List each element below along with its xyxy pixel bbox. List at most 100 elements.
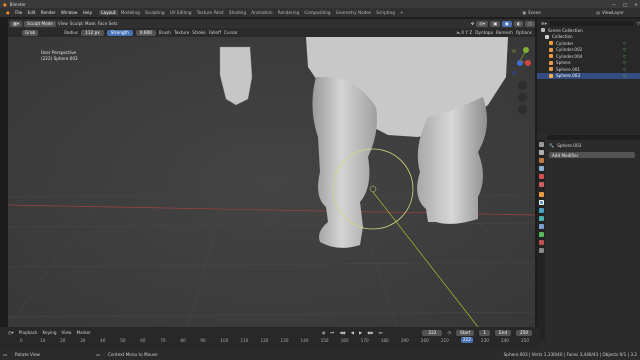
workspace-tab-uv-editing[interactable]: UV Editing — [167, 10, 194, 15]
shading-solid-button[interactable]: ● — [502, 20, 512, 27]
minimize-button[interactable]: — — [610, 2, 618, 7]
properties-search-input[interactable] — [547, 135, 640, 140]
timeline-editor-icon[interactable]: ◷▾ — [8, 330, 14, 335]
menu-help[interactable]: Help — [80, 10, 95, 15]
timeline-tick-label: 210 — [440, 338, 449, 343]
workspace-tab-sculpting[interactable]: Sculpting — [142, 10, 167, 15]
shading-rendered-button[interactable]: ○ — [525, 20, 535, 27]
outliner-item-sphere-003[interactable]: Sphere.003 ▽ — [537, 72, 640, 79]
menu-edit[interactable]: Edit — [25, 10, 38, 15]
mesh-object-icon — [549, 60, 553, 65]
playhead[interactable]: 222 — [460, 337, 473, 343]
viewport-canvas[interactable] — [8, 37, 535, 327]
workspace-tab-texture-paint[interactable]: Texture Paint — [194, 10, 226, 15]
start-frame-field[interactable]: 1 — [479, 329, 491, 336]
options-dropdown[interactable]: Options — [516, 30, 535, 35]
status-bar: ▭ Rotate View ▭ Context Menu to Mouse Sp… — [0, 349, 640, 360]
viewport-nav-buttons[interactable] — [518, 81, 527, 114]
menu-window[interactable]: Window — [58, 10, 80, 15]
maximize-button[interactable]: □ — [621, 2, 629, 7]
3d-viewport[interactable]: User Perspective (222) Sphere.003 — [8, 37, 535, 327]
keying-menu[interactable]: Keying — [42, 330, 56, 335]
add-workspace-button[interactable]: + — [398, 10, 407, 15]
data-tab-icon[interactable] — [538, 232, 544, 237]
constraints-tab-icon[interactable] — [538, 224, 544, 229]
menu-render[interactable]: Render — [38, 10, 58, 15]
add-modifier-button[interactable]: Add Modifier — [549, 152, 635, 158]
modifier-tab-icon[interactable] — [538, 200, 544, 205]
render-tab-icon[interactable] — [538, 150, 544, 155]
scene-selector[interactable]: Scene — [526, 10, 596, 15]
view-menu[interactable]: View — [58, 21, 68, 26]
material-tab-icon[interactable] — [538, 240, 544, 245]
xray-toggle[interactable]: ▣ — [490, 20, 501, 27]
title-bar: ● Blender — □ ✕ — [0, 0, 640, 8]
strength-field[interactable]: 0.600 — [135, 29, 156, 36]
record-button[interactable]: ● — [322, 330, 326, 335]
mouse-right-icon: ▭ — [95, 352, 100, 357]
collection-icon — [545, 34, 549, 39]
world-tab-icon[interactable] — [538, 182, 544, 187]
face-sets-menu[interactable]: Face Sets — [98, 21, 118, 26]
timeline-tick-label: 80 — [180, 338, 186, 343]
workspace-tab-shading[interactable]: Shading — [226, 10, 248, 15]
preview-range-icon[interactable]: ◷ — [447, 330, 451, 335]
object-name-row: 🔧 Sphere.003 — [537, 141, 640, 150]
dyntopo-dropdown[interactable]: Dyntopo — [475, 30, 493, 35]
jump-end-button[interactable]: ⏭ — [379, 330, 383, 335]
cursor-dropdown[interactable]: Cursor — [224, 30, 238, 35]
outliner-editor-icon[interactable]: ☰▾ — [541, 21, 547, 26]
texture-dropdown[interactable]: Texture — [174, 30, 189, 35]
timeline-view-menu[interactable]: View — [62, 330, 72, 335]
active-tool-name[interactable]: Grab — [22, 29, 39, 36]
object-tab-icon[interactable] — [538, 192, 544, 197]
remesh-dropdown[interactable]: Remesh — [496, 30, 513, 35]
radius-field[interactable]: 112 px — [81, 29, 104, 36]
falloff-dropdown[interactable]: Falloff — [209, 30, 221, 35]
texture-tab-icon[interactable] — [538, 248, 544, 253]
editor-type-button[interactable]: ▦▾ — [10, 20, 23, 27]
sculpt-menu[interactable]: Sculpt — [70, 21, 83, 26]
workspace-tab-layout[interactable]: Layout — [98, 10, 119, 15]
marker-menu[interactable]: Marker — [76, 330, 90, 335]
workspace-tab-compositing[interactable]: Compositing — [302, 10, 333, 15]
scene-statistics: Sphere.003 | Verts 1,330/40 | Faces 3,44… — [503, 352, 637, 357]
wrench-icon: 🔧 — [549, 142, 555, 148]
play-reverse-button[interactable]: ◀ — [351, 330, 354, 335]
workspace-tab-scripting[interactable]: Scripting — [374, 10, 398, 15]
tool-tab-icon[interactable] — [538, 142, 544, 147]
next-key-button[interactable]: ◆▶ — [367, 330, 373, 335]
properties-header — [537, 134, 640, 141]
menu-file[interactable]: File — [13, 10, 25, 15]
mesh-data-icon: ▽ — [622, 73, 626, 79]
prev-key-button[interactable]: ◀◆ — [339, 330, 345, 335]
blender-menu-icon[interactable]: ● — [3, 10, 13, 15]
overlay-toggle[interactable]: ◎▾ — [476, 20, 489, 27]
workspace-tab-geometry-nodes[interactable]: Geometry Nodes — [333, 10, 374, 15]
jump-start-button[interactable]: ⏮ — [331, 330, 335, 335]
view-layer-tab-icon[interactable] — [538, 166, 544, 171]
view-layer-selector[interactable]: ViewLayer — [600, 10, 640, 15]
physics-tab-icon[interactable] — [538, 216, 544, 221]
mask-menu[interactable]: Mask — [85, 21, 96, 26]
end-frame-field[interactable]: 250 — [516, 329, 532, 336]
workspace-tab-animation[interactable]: Animation — [249, 10, 276, 15]
timeline-tick-label: 170 — [360, 338, 369, 343]
close-button[interactable]: ✕ — [632, 2, 640, 7]
shading-material-button[interactable]: ◐ — [513, 20, 524, 27]
mode-selector[interactable]: Sculpt Mode — [24, 20, 56, 27]
workspace-tab-modeling[interactable]: Modeling — [118, 10, 142, 15]
current-frame-field[interactable]: 222 — [422, 329, 443, 336]
symmetry-x-icon[interactable]: ✥ — [471, 21, 475, 26]
outliner-search-input[interactable] — [549, 20, 634, 26]
playback-menu[interactable]: Playback — [19, 330, 38, 335]
timeline-ruler[interactable]: 0 10 20 30 40 50 60 70 80 90 100 110 120 130 140 150 160… — [20, 337, 535, 345]
stroke-dropdown[interactable]: Stroke — [192, 30, 205, 35]
output-tab-icon[interactable] — [538, 158, 544, 163]
play-button[interactable]: ▶ — [359, 330, 362, 335]
symmetry-icon[interactable]: ⇆ X Y Z — [456, 30, 472, 35]
workspace-tab-rendering[interactable]: Rendering — [275, 10, 302, 15]
scene-tab-icon[interactable] — [538, 174, 544, 179]
brush-dropdown[interactable]: Brush — [159, 30, 171, 35]
particles-tab-icon[interactable] — [538, 208, 544, 213]
